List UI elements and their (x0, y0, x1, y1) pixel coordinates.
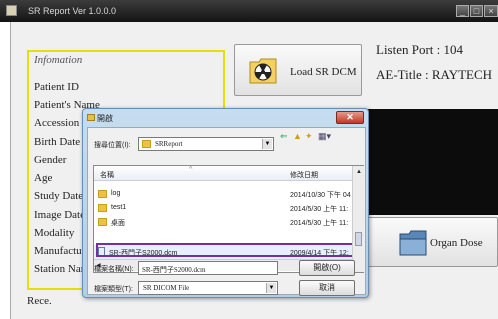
open-file-dialog: 開啟 ✕ 搜尋位置(I): SRReport ▼ ⇐ ▲ ✦ ▦▾ 名稱 ^ 修… (82, 108, 369, 298)
organ-dose-button[interactable]: Organ Dose (367, 217, 498, 267)
maximize-icon[interactable]: □ (470, 5, 483, 17)
information-header: Infomation (34, 54, 83, 66)
label-accession: Accession (34, 117, 80, 129)
scroll-up-icon[interactable]: ▲ (356, 169, 362, 175)
filetype-combo[interactable]: SR DICOM File ▼ (138, 281, 278, 295)
column-date[interactable]: 修改日期 (290, 170, 318, 180)
dialog-body: 搜尋位置(I): SRReport ▼ ⇐ ▲ ✦ ▦▾ 名稱 ^ 修改日期 l… (87, 127, 366, 296)
folder-icon (399, 230, 427, 256)
view-menu-icon[interactable]: ▦▾ (318, 131, 331, 142)
list-item-name: log (111, 190, 121, 197)
look-in-label: 搜尋位置(I): (94, 142, 131, 149)
label-manufacturer: Manufactur (34, 245, 86, 257)
look-in-folder-icon (142, 140, 151, 148)
filename-input[interactable]: SR-西門子S2000.dcm (138, 261, 278, 275)
dialog-folder-icon (87, 114, 95, 121)
filetype-value: SR DICOM File (143, 284, 190, 292)
list-item-date: 2014/5/30 上午 11: (290, 206, 349, 213)
dialog-title: 開啟 (97, 114, 113, 123)
selection-highlight (96, 243, 364, 257)
look-in-combo[interactable]: SRReport ▼ (138, 137, 274, 151)
folder-icon (98, 190, 107, 198)
chevron-down-icon[interactable]: ▼ (266, 283, 276, 293)
app-icon (6, 5, 17, 16)
look-in-value: SRReport (155, 140, 183, 148)
load-sr-label: Load SR DCM (290, 66, 357, 78)
file-list: 名稱 ^ 修改日期 log 2014/10/30 下午 04 test1 201… (93, 165, 364, 273)
label-birth-date: Birth Date (34, 136, 81, 148)
up-folder-icon[interactable]: ▲ (293, 131, 302, 141)
label-image-date: Image Date (34, 209, 85, 221)
window-title: SR Report Ver 1.0.0.0 (28, 6, 117, 16)
back-icon[interactable]: ⇐ (280, 131, 288, 142)
window-titlebar: SR Report Ver 1.0.0.0 _ □ × (0, 0, 498, 22)
list-item-date: 2014/5/30 上午 11: (290, 220, 349, 227)
filetype-label: 檔案類型(T): (94, 286, 133, 293)
radiation-folder-icon (249, 58, 277, 84)
listen-port: Listen Port : 104 (376, 42, 464, 57)
label-gender: Gender (34, 154, 67, 166)
load-sr-button[interactable]: Load SR DCM (234, 44, 362, 96)
minimize-icon[interactable]: _ (456, 5, 469, 17)
scroll-thumb[interactable] (355, 232, 362, 246)
filename-label: 檔案名稱(N): (94, 266, 134, 273)
close-icon[interactable]: × (484, 5, 498, 17)
label-patient-id: Patient ID (34, 81, 79, 93)
folder-icon (98, 218, 107, 226)
sort-arrow-icon: ^ (189, 166, 193, 173)
new-folder-icon[interactable]: ✦ (305, 131, 313, 142)
list-item[interactable]: test1 2014/5/30 上午 11: (94, 201, 352, 215)
chevron-down-icon[interactable]: ▼ (262, 139, 272, 149)
dialog-close-button[interactable]: ✕ (336, 111, 364, 124)
file-list-header: 名稱 ^ 修改日期 (94, 166, 352, 181)
label-modality: Modality (34, 227, 75, 239)
organ-dose-label: Organ Dose (430, 237, 483, 249)
list-item-name: test1 (111, 204, 127, 211)
column-name[interactable]: 名稱 (100, 170, 114, 180)
cancel-button[interactable]: 取消 (299, 280, 355, 296)
list-item[interactable]: log 2014/10/30 下午 04 (94, 187, 352, 201)
list-item-name: 桌面 (111, 220, 125, 227)
label-age: Age (34, 172, 53, 184)
ae-title: AE-Title : RAYTECH (376, 67, 493, 82)
label-study-date: Study Date (34, 190, 84, 202)
received-label: Rece. (27, 295, 52, 307)
list-item[interactable]: 桌面 2014/5/30 上午 11: (94, 215, 352, 229)
list-item-date: 2014/10/30 下午 04 (290, 192, 351, 199)
filename-value: SR-西門子S2000.dcm (142, 266, 206, 274)
image-preview-panel (367, 109, 498, 215)
folder-icon (98, 204, 107, 212)
open-button[interactable]: 開啟(O) (299, 260, 355, 276)
vertical-scrollbar[interactable]: ▲ (352, 166, 364, 272)
